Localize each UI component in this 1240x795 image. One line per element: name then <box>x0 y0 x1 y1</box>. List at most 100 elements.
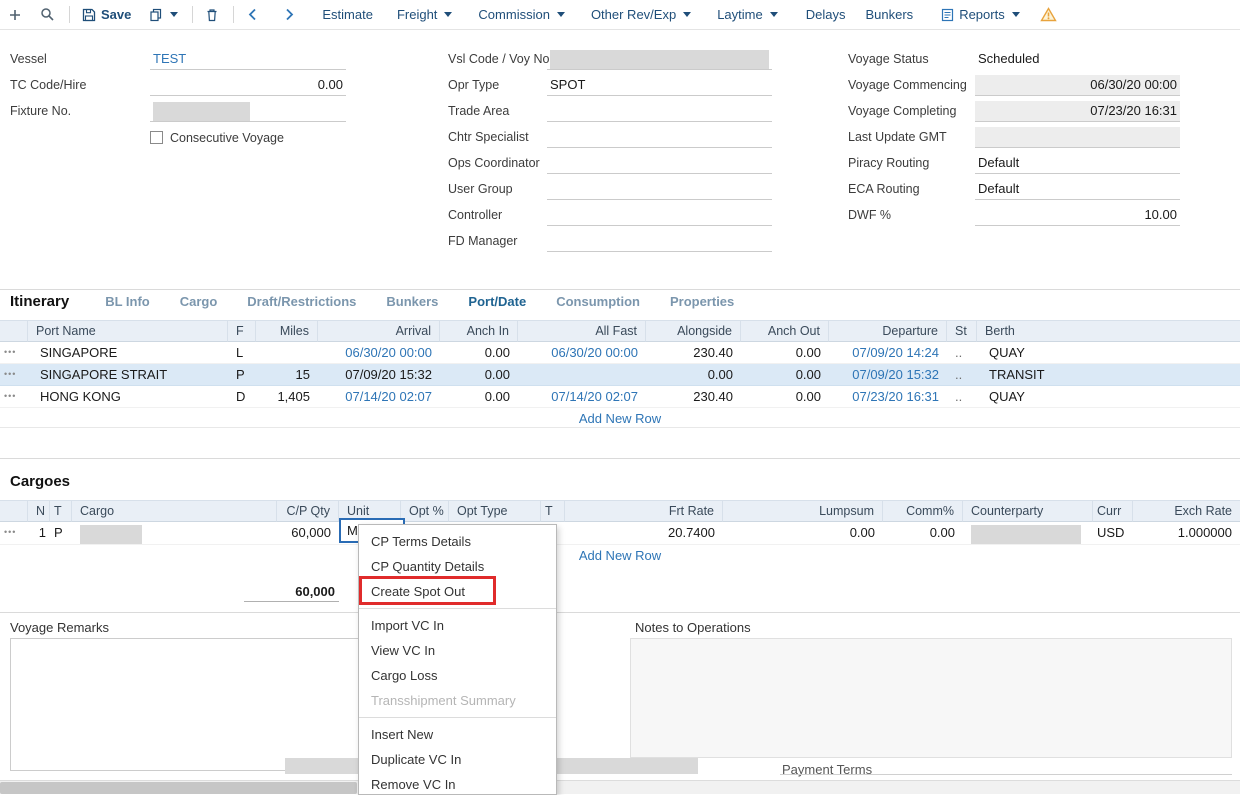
controller-field[interactable] <box>547 205 772 226</box>
cargoes-add-new-row-link[interactable]: Add New Row <box>0 545 1240 567</box>
consecutive-voyage-checkbox[interactable] <box>150 131 163 144</box>
horizontal-scrollbar[interactable] <box>0 780 1240 794</box>
tab-bunkers[interactable]: Bunkers <box>386 294 438 309</box>
laytime-menu-button[interactable]: Laytime <box>717 7 778 22</box>
menu-item-cargo-loss[interactable]: Cargo Loss <box>359 663 556 688</box>
commission-menu-button[interactable]: Commission <box>478 7 565 22</box>
n-cell[interactable]: 1 <box>28 522 50 545</box>
tab-properties[interactable]: Properties <box>670 294 734 309</box>
menu-item-remove-vc-in[interactable]: Remove VC In <box>359 772 556 795</box>
anch-in-cell[interactable]: 0.00 <box>440 342 518 364</box>
next-icon[interactable] <box>282 7 296 22</box>
lumpsum-cell[interactable]: 0.00 <box>723 522 883 545</box>
row-menu-icon[interactable]: ••• <box>0 364 28 386</box>
berth-cell[interactable]: TRANSIT <box>977 364 1240 386</box>
departure-cell[interactable]: 07/09/20 14:24 <box>829 342 947 364</box>
cargo-cell[interactable] <box>72 522 277 545</box>
anch-in-cell[interactable]: 0.00 <box>440 364 518 386</box>
miles-cell[interactable]: 1,405 <box>256 386 318 408</box>
eca-routing-field[interactable]: Default <box>975 179 1180 200</box>
tab-draft-restrictions[interactable]: Draft/Restrictions <box>247 294 356 309</box>
all-fast-cell[interactable] <box>518 364 646 386</box>
cp-qty-cell[interactable]: 60,000 <box>277 522 339 545</box>
menu-item-view-vc-in[interactable]: View VC In <box>359 638 556 663</box>
row-menu-icon[interactable]: ••• <box>0 522 28 545</box>
copy-button[interactable] <box>149 8 178 22</box>
notes-to-operations-textarea[interactable] <box>630 638 1232 758</box>
miles-cell[interactable] <box>256 342 318 364</box>
save-button[interactable]: Save <box>82 7 131 22</box>
menu-item-cp-terms-details[interactable]: CP Terms Details <box>359 529 556 554</box>
vsl-code-voy-no-field[interactable] <box>547 49 772 70</box>
estimate-button[interactable]: Estimate <box>322 7 373 22</box>
bunkers-button[interactable]: Bunkers <box>865 7 913 22</box>
departure-cell[interactable]: 07/23/20 16:31 <box>829 386 947 408</box>
exch-rate-cell[interactable]: 1.000000 <box>1133 522 1240 545</box>
comm-pct-cell[interactable]: 0.00 <box>883 522 963 545</box>
tab-consumption[interactable]: Consumption <box>556 294 640 309</box>
st-cell[interactable]: .. <box>947 386 977 408</box>
fd-manager-field[interactable] <box>547 231 772 252</box>
search-icon[interactable] <box>40 7 55 22</box>
anch-in-cell[interactable]: 0.00 <box>440 386 518 408</box>
user-group-field[interactable] <box>547 179 772 200</box>
delete-icon[interactable] <box>205 8 219 22</box>
row-menu-icon[interactable]: ••• <box>0 386 28 408</box>
voyage-completing-field[interactable]: 07/23/20 16:31 <box>975 101 1180 122</box>
t-cell[interactable]: P <box>50 522 72 545</box>
counterparty-cell[interactable] <box>963 522 1093 545</box>
reports-menu-button[interactable]: Reports <box>941 7 1020 22</box>
piracy-routing-field[interactable]: Default <box>975 153 1180 174</box>
delays-button[interactable]: Delays <box>806 7 846 22</box>
previous-icon[interactable] <box>246 7 260 22</box>
chtr-specialist-field[interactable] <box>547 127 772 148</box>
curr-cell[interactable]: USD <box>1093 522 1133 545</box>
menu-item-insert-new[interactable]: Insert New <box>359 722 556 747</box>
miles-cell[interactable]: 15 <box>256 364 318 386</box>
departure-cell[interactable]: 07/09/20 15:32 <box>829 364 947 386</box>
voyage-commencing-field[interactable]: 06/30/20 00:00 <box>975 75 1180 96</box>
anch-out-cell[interactable]: 0.00 <box>741 386 829 408</box>
port-name-cell[interactable]: HONG KONG <box>28 386 228 408</box>
vessel-field[interactable]: TEST <box>150 49 346 70</box>
menu-item-import-vc-in[interactable]: Import VC In <box>359 613 556 638</box>
opr-type-field[interactable]: SPOT <box>547 75 772 96</box>
tab-cargo[interactable]: Cargo <box>180 294 218 309</box>
tc-code-hire-field[interactable]: 0.00 <box>150 75 346 96</box>
menu-item-create-spot-out[interactable]: Create Spot Out <box>359 579 556 604</box>
berth-cell[interactable]: QUAY <box>977 342 1240 364</box>
st-cell[interactable]: .. <box>947 364 977 386</box>
f-cell[interactable]: L <box>228 342 256 364</box>
arrival-cell[interactable]: 07/14/20 02:07 <box>318 386 440 408</box>
port-name-cell[interactable]: SINGAPORE <box>28 342 228 364</box>
validation-warning-icon[interactable] <box>1040 7 1057 22</box>
f-cell[interactable]: P <box>228 364 256 386</box>
frt-rate-cell[interactable]: 20.7400 <box>565 522 723 545</box>
menu-item-duplicate-vc-in[interactable]: Duplicate VC In <box>359 747 556 772</box>
row-menu-icon[interactable]: ••• <box>0 342 28 364</box>
menu-item-cp-quantity-details[interactable]: CP Quantity Details <box>359 554 556 579</box>
f-cell[interactable]: D <box>228 386 256 408</box>
alongside-cell[interactable]: 230.40 <box>646 342 741 364</box>
all-fast-cell[interactable]: 06/30/20 00:00 <box>518 342 646 364</box>
horizontal-scrollbar-thumb[interactable] <box>0 782 357 794</box>
trade-area-field[interactable] <box>547 101 772 122</box>
tab-port-date[interactable]: Port/Date <box>468 294 526 309</box>
anch-out-cell[interactable]: 0.00 <box>741 342 829 364</box>
alongside-cell[interactable]: 0.00 <box>646 364 741 386</box>
port-name-cell[interactable]: SINGAPORE STRAIT <box>28 364 228 386</box>
freight-menu-button[interactable]: Freight <box>397 7 452 22</box>
dwf-field[interactable]: 10.00 <box>975 205 1180 226</box>
anch-out-cell[interactable]: 0.00 <box>741 364 829 386</box>
arrival-cell[interactable]: 07/09/20 15:32 <box>318 364 440 386</box>
other-rev-exp-menu-button[interactable]: Other Rev/Exp <box>591 7 691 22</box>
alongside-cell[interactable]: 230.40 <box>646 386 741 408</box>
tab-bl-info[interactable]: BL Info <box>105 294 150 309</box>
st-cell[interactable]: .. <box>947 342 977 364</box>
arrival-cell[interactable]: 06/30/20 00:00 <box>318 342 440 364</box>
all-fast-cell[interactable]: 07/14/20 02:07 <box>518 386 646 408</box>
new-icon[interactable] <box>8 8 22 22</box>
fixture-no-field[interactable] <box>150 101 346 122</box>
ops-coordinator-field[interactable] <box>547 153 772 174</box>
berth-cell[interactable]: QUAY <box>977 386 1240 408</box>
